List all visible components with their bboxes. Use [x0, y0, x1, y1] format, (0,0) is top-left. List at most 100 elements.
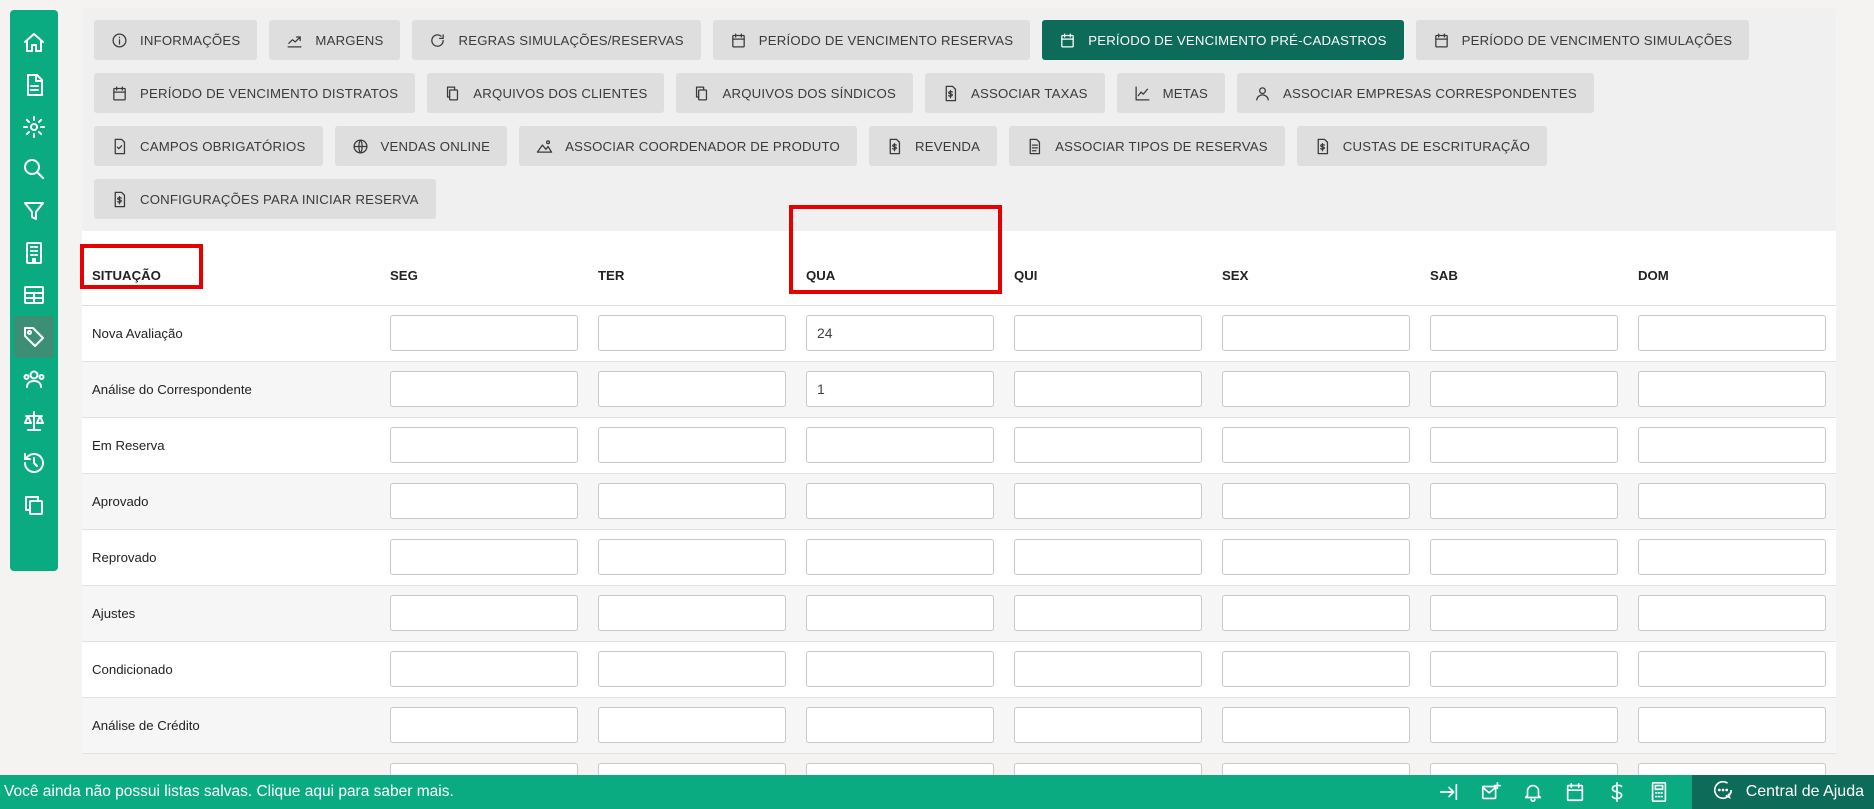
days-input-sex[interactable]	[1222, 371, 1410, 407]
days-input-sex[interactable]	[1222, 595, 1410, 631]
days-input-ter[interactable]	[598, 539, 786, 575]
sidebar-item-scale[interactable]	[14, 400, 54, 442]
days-input-qui[interactable]	[1014, 371, 1202, 407]
tab-associar-tipos-de-reservas[interactable]: ASSOCIAR TIPOS DE RESERVAS	[1009, 126, 1285, 166]
days-input-qui[interactable]	[1014, 427, 1202, 463]
days-input-dom[interactable]	[1638, 595, 1826, 631]
tab-bar: INFORMAÇÕES MARGENS REGRAS SIMULAÇÕES/RESE…	[82, 8, 1836, 231]
saved-lists-message[interactable]: Você ainda não possui listas salvas. Cli…	[0, 783, 1428, 801]
sidebar-item-home[interactable]	[14, 22, 54, 64]
tab-label: CONFIGURAÇÕES PARA INICIAR RESERVA	[140, 191, 419, 207]
days-input-sex[interactable]	[1222, 483, 1410, 519]
days-input-sex[interactable]	[1222, 539, 1410, 575]
login-icon[interactable]	[1428, 781, 1470, 803]
file-check-icon	[111, 138, 128, 155]
sidebar-item-building[interactable]	[14, 232, 54, 274]
days-input-qui[interactable]	[1014, 539, 1202, 575]
sidebar-item-users[interactable]	[14, 358, 54, 400]
tab-regras-simulacoes-reservas[interactable]: REGRAS SIMULAÇÕES/RESERVAS	[412, 20, 701, 60]
days-input-ter[interactable]	[598, 651, 786, 687]
row-status-label: Condicionado	[82, 641, 380, 698]
days-input-dom[interactable]	[1638, 427, 1826, 463]
mail-add-icon[interactable]	[1470, 781, 1512, 803]
days-input-qua[interactable]	[806, 595, 994, 631]
days-input-ter[interactable]	[598, 427, 786, 463]
calculator-icon[interactable]	[1638, 781, 1680, 803]
sidebar-item-table[interactable]	[14, 274, 54, 316]
days-input-qui[interactable]	[1014, 595, 1202, 631]
days-input-sab[interactable]	[1430, 595, 1618, 631]
help-center-button[interactable]: Central de Ajuda	[1691, 775, 1874, 809]
days-input-ter[interactable]	[598, 315, 786, 351]
tab-metas[interactable]: METAS	[1116, 73, 1226, 113]
days-input-qui[interactable]	[1014, 651, 1202, 687]
days-input-qua[interactable]	[806, 707, 994, 743]
sidebar-item-gear[interactable]	[14, 106, 54, 148]
tab-periodo-de-vencimento-pre-cadastros[interactable]: PERÍODO DE VENCIMENTO PRÉ-CADASTROS	[1042, 20, 1404, 60]
sidebar-item-filter[interactable]	[14, 190, 54, 232]
days-input-seg[interactable]	[390, 651, 578, 687]
tab-informacoes[interactable]: INFORMAÇÕES	[94, 20, 258, 60]
tab-configuracoes-para-iniciar-reserva[interactable]: CONFIGURAÇÕES PARA INICIAR RESERVA	[94, 179, 436, 219]
tab-associar-empresas-correspondentes[interactable]: ASSOCIAR EMPRESAS CORRESPONDENTES	[1237, 73, 1594, 113]
days-input-qui[interactable]	[1014, 483, 1202, 519]
days-input-sex[interactable]	[1222, 707, 1410, 743]
bell-icon[interactable]	[1512, 781, 1554, 803]
tab-associar-coordenador-de-produto[interactable]: ASSOCIAR COORDENADOR DE PRODUTO	[519, 126, 857, 166]
days-input-sex[interactable]	[1222, 651, 1410, 687]
days-input-ter[interactable]	[598, 483, 786, 519]
days-input-qua[interactable]	[806, 315, 994, 351]
days-input-seg[interactable]	[390, 483, 578, 519]
days-input-qua[interactable]	[806, 371, 994, 407]
tab-campos-obrigatorios[interactable]: CAMPOS OBRIGATÓRIOS	[94, 126, 323, 166]
days-input-sab[interactable]	[1430, 651, 1618, 687]
days-input-dom[interactable]	[1638, 651, 1826, 687]
sidebar-item-history[interactable]	[14, 442, 54, 484]
tab-margens[interactable]: MARGENS	[269, 20, 401, 60]
days-input-sex[interactable]	[1222, 315, 1410, 351]
days-input-sab[interactable]	[1430, 315, 1618, 351]
tab-periodo-de-vencimento-reservas[interactable]: PERÍODO DE VENCIMENTO RESERVAS	[712, 20, 1031, 60]
days-input-dom[interactable]	[1638, 371, 1826, 407]
days-input-qua[interactable]	[806, 651, 994, 687]
tab-custas-de-escrituracao[interactable]: CUSTAS DE ESCRITURAÇÃO	[1296, 126, 1548, 166]
days-input-seg[interactable]	[390, 315, 578, 351]
days-input-sex[interactable]	[1222, 427, 1410, 463]
days-input-qua[interactable]	[806, 427, 994, 463]
tab-revenda[interactable]: REVENDA	[868, 126, 998, 166]
days-input-qua[interactable]	[806, 483, 994, 519]
days-input-ter[interactable]	[598, 371, 786, 407]
tab-associar-taxas[interactable]: ASSOCIAR TAXAS	[924, 73, 1105, 113]
days-input-qui[interactable]	[1014, 707, 1202, 743]
days-input-qua[interactable]	[806, 539, 994, 575]
days-input-ter[interactable]	[598, 707, 786, 743]
days-input-dom[interactable]	[1638, 707, 1826, 743]
home-icon	[22, 31, 46, 55]
days-input-dom[interactable]	[1638, 539, 1826, 575]
tab-periodo-de-vencimento-simulacoes[interactable]: PERÍODO DE VENCIMENTO SIMULAÇÕES	[1415, 20, 1750, 60]
tab-vendas-online[interactable]: VENDAS ONLINE	[334, 126, 508, 166]
days-input-seg[interactable]	[390, 707, 578, 743]
sidebar-item-document[interactable]	[14, 64, 54, 106]
days-input-seg[interactable]	[390, 539, 578, 575]
sidebar-item-copy[interactable]	[14, 484, 54, 526]
sidebar-item-tag[interactable]	[14, 316, 54, 358]
days-input-seg[interactable]	[390, 595, 578, 631]
days-input-qui[interactable]	[1014, 315, 1202, 351]
days-input-sab[interactable]	[1430, 707, 1618, 743]
tab-periodo-de-vencimento-distratos[interactable]: PERÍODO DE VENCIMENTO DISTRATOS	[94, 73, 416, 113]
days-input-dom[interactable]	[1638, 483, 1826, 519]
days-input-sab[interactable]	[1430, 427, 1618, 463]
tab-arquivos-dos-clientes[interactable]: ARQUIVOS DOS CLIENTES	[427, 73, 665, 113]
dollar-icon[interactable]	[1596, 781, 1638, 803]
tab-arquivos-dos-sindicos[interactable]: ARQUIVOS DOS SÍNDICOS	[676, 73, 913, 113]
days-input-ter[interactable]	[598, 595, 786, 631]
days-input-seg[interactable]	[390, 371, 578, 407]
calendar-icon[interactable]	[1554, 781, 1596, 803]
days-input-sab[interactable]	[1430, 483, 1618, 519]
days-input-dom[interactable]	[1638, 315, 1826, 351]
sidebar-item-search[interactable]	[14, 148, 54, 190]
days-input-sab[interactable]	[1430, 371, 1618, 407]
days-input-sab[interactable]	[1430, 539, 1618, 575]
days-input-seg[interactable]	[390, 427, 578, 463]
